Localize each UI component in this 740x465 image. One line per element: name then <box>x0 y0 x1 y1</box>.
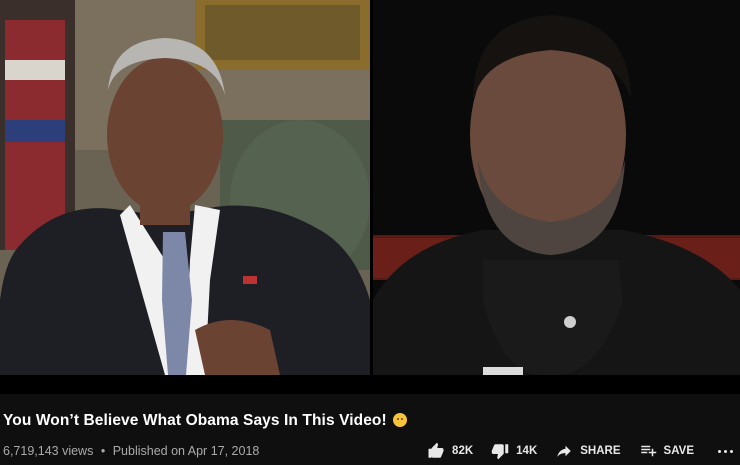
player-letterbox <box>0 375 740 394</box>
view-count: 6,719,143 views <box>3 444 94 458</box>
speaker-left-image <box>0 0 370 375</box>
like-count: 82K <box>452 445 474 457</box>
share-button[interactable]: SHARE <box>555 442 621 460</box>
dislike-count: 14K <box>516 445 538 457</box>
publish-date: Published on Apr 17, 2018 <box>112 444 260 458</box>
share-label: SHARE <box>580 445 621 457</box>
speaker-right-image <box>373 0 740 375</box>
save-button[interactable]: SAVE <box>639 442 694 460</box>
video-metadata: You Won’t Believe What Obama Says In Thi… <box>0 394 740 465</box>
video-actions: 82K 14K SHARE SAVE <box>409 442 734 460</box>
more-horizontal-icon[interactable] <box>716 449 734 453</box>
video-frame-right <box>373 0 740 375</box>
video-title-text: You Won’t Believe What Obama Says In Thi… <box>3 412 387 429</box>
dislike-button[interactable]: 14K <box>491 442 537 460</box>
video-stats: 6,719,143 views • Published on Apr 17, 2… <box>3 444 259 458</box>
thumbs-up-icon <box>428 442 444 458</box>
thumbs-down-icon <box>491 444 509 460</box>
worried-face-emoji-icon <box>392 413 407 427</box>
like-button[interactable]: 82K <box>427 442 473 460</box>
stats-separator: • <box>100 444 106 458</box>
playlist-add-icon <box>640 445 656 457</box>
share-arrow-icon <box>557 445 572 457</box>
save-label: SAVE <box>663 445 694 457</box>
video-player[interactable] <box>0 0 740 394</box>
video-title: You Won’t Believe What Obama Says In Thi… <box>3 412 407 430</box>
video-frame-left <box>0 0 370 375</box>
